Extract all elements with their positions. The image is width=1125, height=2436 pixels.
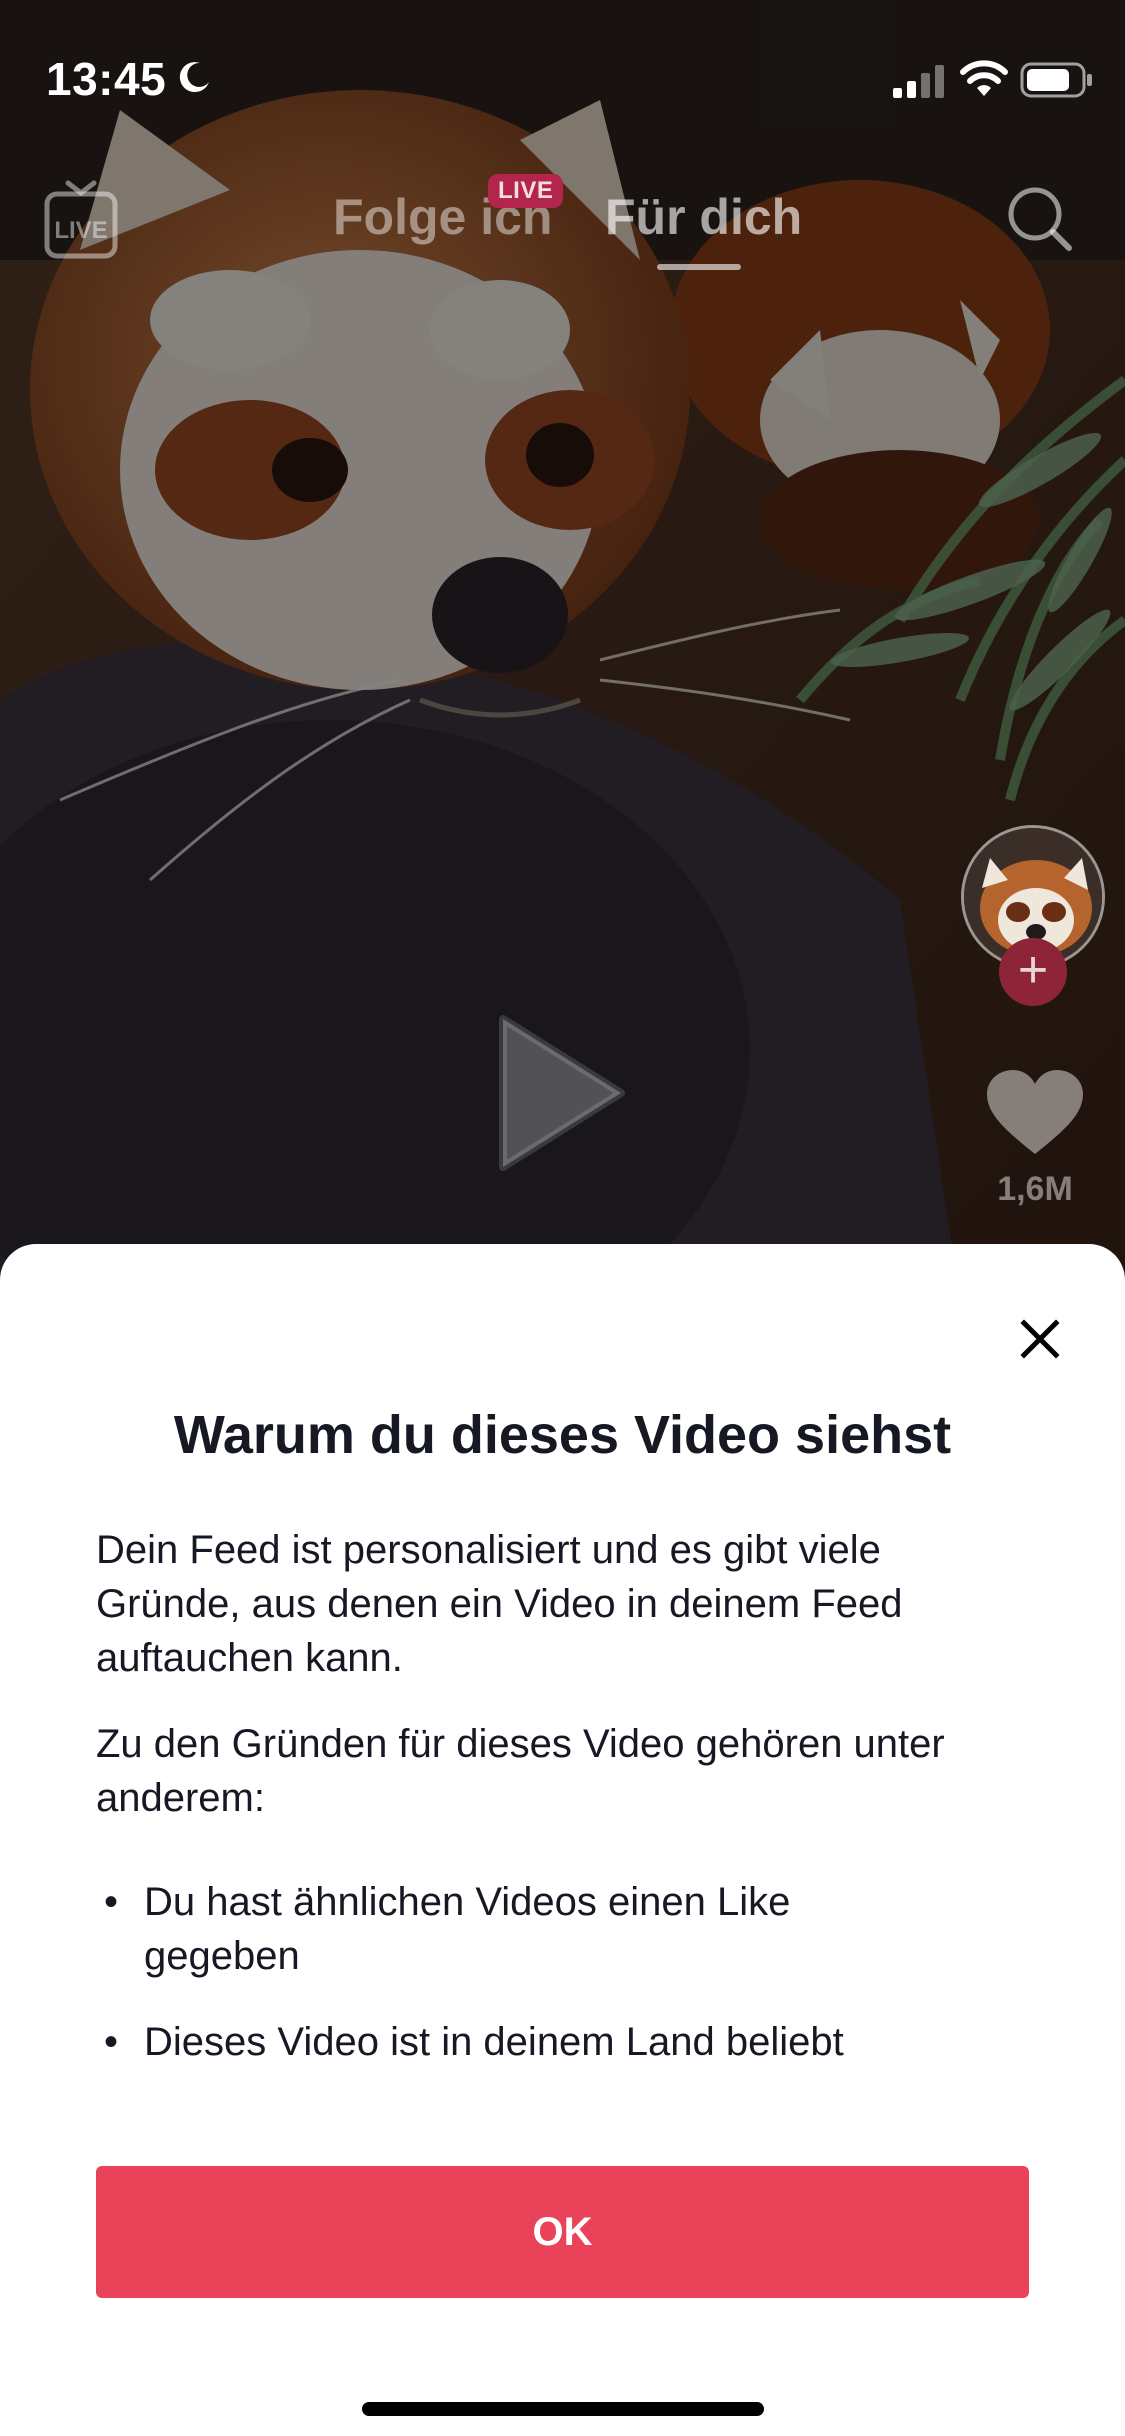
bullet: • (104, 1880, 119, 1924)
bullet: • (104, 2020, 119, 2064)
close-button[interactable] (1019, 1318, 1061, 1360)
heart-icon (987, 1070, 1083, 1154)
wifi-icon (960, 60, 1008, 96)
like-count: 1,6M (997, 1170, 1073, 1208)
why-this-video-sheet: Warum du dieses Video siehst Dein Feed i… (0, 1244, 1125, 2436)
ok-button[interactable]: OK (96, 2166, 1029, 2298)
close-icon (1020, 1319, 1060, 1359)
reason-text: Dieses Video ist in deinem Land beliebt (144, 2020, 844, 2064)
explanation-paragraph: Dein Feed ist personalisiert und es gibt… (96, 1528, 903, 1680)
moon-icon (179, 62, 209, 93)
battery-icon (1020, 62, 1092, 98)
home-indicator[interactable] (362, 2402, 764, 2416)
status-time: 13:45 (46, 53, 167, 105)
search-button[interactable] (1005, 184, 1075, 254)
like-button[interactable] (985, 1068, 1085, 1158)
search-icon (1008, 187, 1072, 251)
signal-icon (893, 65, 944, 98)
live-badge: LIVE (488, 174, 564, 208)
tab-for-you[interactable]: Für dich (605, 188, 802, 246)
follow-button[interactable]: + (999, 938, 1067, 1006)
reasons-intro: Zu den Gründen für dieses Video gehören … (96, 1722, 945, 1820)
top-nav: LIVE Folge ich LIVE Für dich (0, 160, 1125, 280)
play-icon[interactable] (497, 1013, 627, 1173)
live-button[interactable]: LIVE (44, 180, 118, 260)
status-bar: 13:45 (0, 0, 1125, 150)
reason-text: Du hast ähnlichen Videos einen Like gege… (144, 1880, 791, 1978)
live-icon-label: LIVE (54, 217, 107, 244)
sheet-title: Warum du dieses Video siehst (173, 1405, 952, 1465)
app-screen: 13:45 LIVE Folge ich LIVE Für dich + 1,6… (0, 0, 1125, 2436)
live-tv-icon: LIVE (44, 180, 118, 259)
tab-active-indicator (657, 264, 741, 270)
